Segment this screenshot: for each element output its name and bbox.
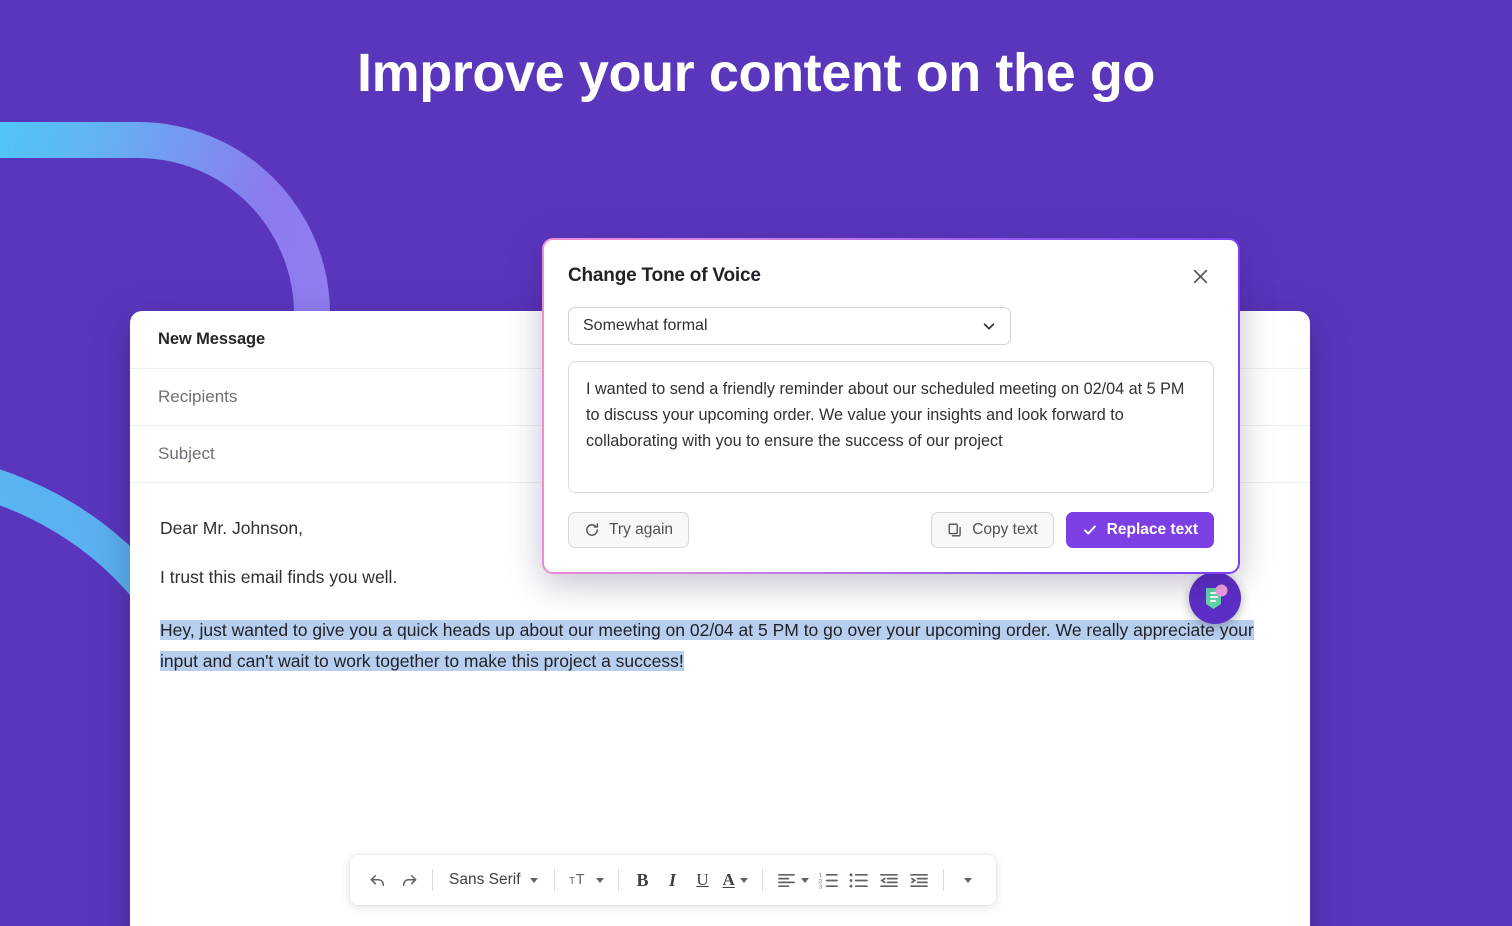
svg-text:T: T: [569, 876, 575, 887]
compose-title: New Message: [158, 330, 266, 348]
toolbar-separator: [617, 869, 619, 891]
bold-icon: B: [636, 869, 649, 890]
svg-text:3: 3: [819, 884, 822, 888]
check-icon: [1082, 522, 1098, 538]
tone-select[interactable]: Somewhat formal: [568, 307, 1011, 345]
modal-actions: Try again Copy text Replace text: [568, 512, 1214, 548]
font-size-dropdown[interactable]: T T: [564, 863, 609, 897]
generated-text-box[interactable]: I wanted to send a friendly reminder abo…: [568, 361, 1214, 493]
copy-icon: [947, 522, 963, 538]
chevron-down-icon: [800, 877, 809, 883]
indent-increase-icon: [909, 872, 929, 889]
svg-text:T: T: [575, 872, 584, 888]
modal-title: Change Tone of Voice: [568, 265, 761, 286]
change-tone-modal: Change Tone of Voice Somewhat formal I w…: [542, 238, 1240, 574]
underline-button[interactable]: U: [688, 863, 718, 897]
tone-select-value: Somewhat formal: [583, 317, 708, 334]
numbered-list-icon: 1 2 3: [819, 872, 839, 889]
close-button[interactable]: [1186, 262, 1214, 290]
align-left-icon: [777, 872, 796, 889]
italic-icon: I: [669, 869, 677, 890]
selected-text-highlight: Hey, just wanted to give you a quick hea…: [160, 620, 1254, 672]
toolbar-separator: [942, 869, 944, 891]
redo-icon: [399, 871, 418, 890]
replace-text-label: Replace text: [1106, 521, 1198, 538]
page-title: Improve your content on the go: [356, 43, 1156, 103]
formatting-toolbar: Sans Serif T T B I U A 1 2 3: [350, 855, 996, 905]
close-icon: [1193, 269, 1207, 283]
replace-text-button[interactable]: Replace text: [1065, 512, 1214, 548]
undo-icon: [369, 871, 388, 890]
undo-button[interactable]: [363, 863, 393, 897]
align-button[interactable]: [772, 863, 814, 897]
refresh-icon: [584, 522, 600, 538]
chevron-down-icon: [739, 877, 748, 883]
font-family-dropdown[interactable]: Sans Serif: [442, 863, 545, 897]
italic-button[interactable]: I: [658, 863, 688, 897]
underline-icon: U: [696, 870, 709, 889]
copy-text-label: Copy text: [972, 521, 1038, 538]
modal-header: Change Tone of Voice: [568, 262, 1214, 290]
subject-placeholder: Subject: [158, 444, 215, 463]
more-options-icon: [963, 877, 972, 883]
assistant-floating-button[interactable]: [1189, 572, 1241, 624]
indent-decrease-icon: [879, 872, 899, 889]
chevron-down-icon: [981, 318, 997, 334]
indent-decrease-button[interactable]: [874, 863, 904, 897]
toolbar-separator: [432, 869, 433, 891]
text-color-icon: A: [722, 870, 735, 889]
assistant-icon: [1189, 572, 1241, 624]
body-selected-paragraph: Hey, just wanted to give you a quick hea…: [160, 615, 1282, 677]
redo-button[interactable]: [393, 863, 423, 897]
more-options-button[interactable]: [953, 863, 983, 897]
try-again-button[interactable]: Try again: [568, 512, 690, 548]
copy-text-button[interactable]: Copy text: [931, 512, 1054, 548]
text-color-button[interactable]: A: [718, 863, 753, 897]
font-family-label: Sans Serif: [449, 871, 521, 888]
chevron-down-icon: [595, 877, 604, 883]
try-again-label: Try again: [609, 521, 674, 538]
indent-increase-button[interactable]: [904, 863, 934, 897]
bulleted-list-icon: [849, 872, 869, 889]
bulleted-list-button[interactable]: [844, 863, 874, 897]
bold-button[interactable]: B: [628, 863, 658, 897]
recipients-placeholder: Recipients: [158, 387, 238, 406]
numbered-list-button[interactable]: 1 2 3: [814, 863, 844, 897]
chevron-down-icon: [529, 877, 538, 883]
font-size-icon: T T: [569, 871, 591, 889]
toolbar-separator: [761, 869, 763, 891]
toolbar-separator: [553, 869, 555, 891]
